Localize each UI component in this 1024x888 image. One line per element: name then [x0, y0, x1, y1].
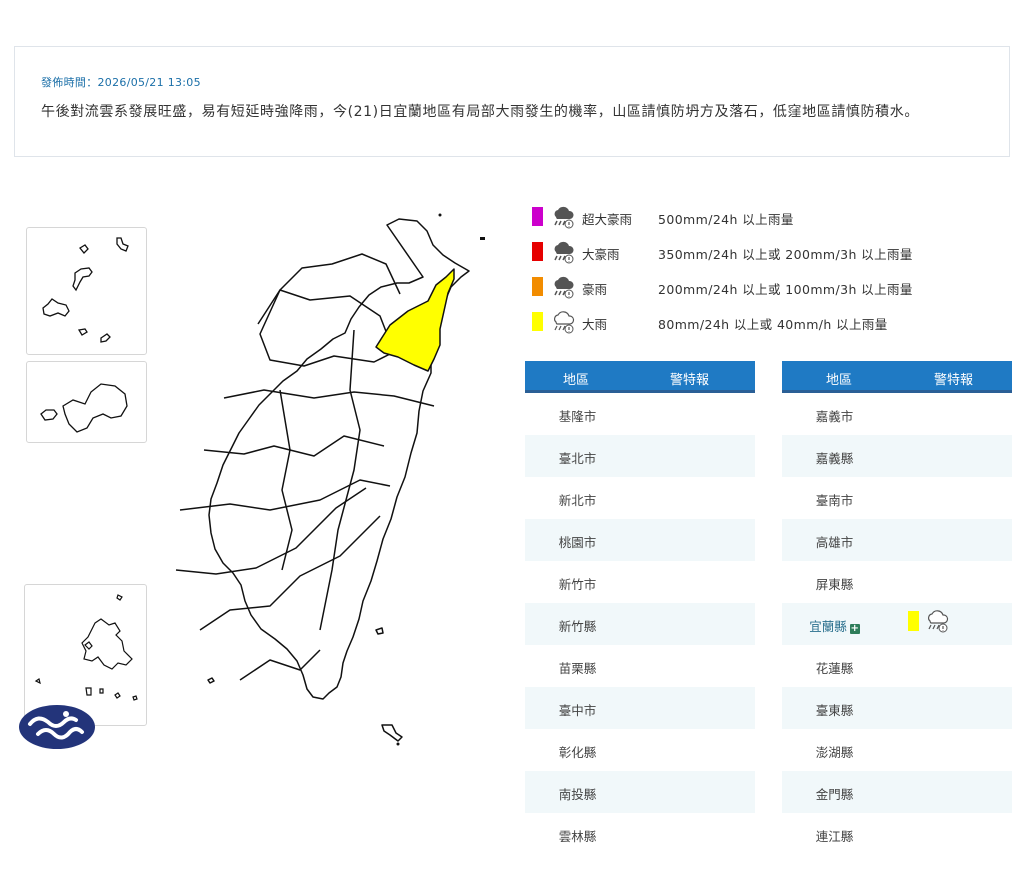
table-row: 臺北市 [525, 435, 755, 477]
table-row: 高雄市 [782, 519, 1012, 561]
region-name: 新竹市 [558, 577, 597, 592]
legend-name: 大豪雨 [582, 247, 620, 262]
table-row: 南投縣 [525, 771, 755, 813]
legend-name: 超大豪雨 [582, 212, 633, 227]
heavy-rain-thunder-icon [554, 241, 574, 264]
table-row: 屏東縣 [782, 561, 1012, 603]
legend-desc: 80mm/24h 以上或 40mm/h 以上雨量 [658, 317, 888, 332]
region-name: 基隆市 [558, 409, 597, 424]
region-name: 高雄市 [815, 535, 854, 550]
table-row: 臺東縣 [782, 687, 1012, 729]
region-name: 臺東縣 [815, 703, 854, 718]
legend-desc: 200mm/24h 以上或 100mm/3h 以上雨量 [658, 282, 913, 297]
table-row: 嘉義市 [782, 393, 1012, 435]
region-name: 雲林縣 [558, 829, 597, 844]
region-name: 南投縣 [558, 787, 597, 802]
region-name: 嘉義市 [815, 409, 854, 424]
table-row: 雲林縣 [525, 813, 755, 855]
heavy-rain-thunder-icon [554, 206, 574, 229]
region-name: 桃園市 [558, 535, 597, 550]
taiwan-island-map [175, 213, 485, 746]
legend-row-extremely-heavy: 大豪雨 350mm/24h 以上或 200mm/3h 以上雨量 [532, 238, 1002, 264]
table-row: 彰化縣 [525, 729, 755, 771]
rain-cloud-icon [928, 610, 949, 633]
warning-table-left: 地區 警特報 基隆市 臺北市 新北市 桃園市 新竹市 新竹縣 苗栗縣 臺中市 彰… [525, 361, 755, 855]
legend-name: 大雨 [582, 317, 608, 332]
legend-desc: 500mm/24h 以上雨量 [658, 212, 794, 227]
table-row: 桃園市 [525, 519, 755, 561]
header-warning: 警特報 [670, 373, 710, 388]
header-region: 地區 [563, 373, 590, 388]
table-row: 新竹市 [525, 561, 755, 603]
table-row: 基隆市 [525, 393, 755, 435]
legend-row-heavy-rain: 大雨 80mm/24h 以上或 40mm/h 以上雨量 [532, 308, 1002, 334]
rain-cloud-icon [554, 311, 575, 334]
region-name: 宜蘭縣 [809, 619, 847, 634]
table-row-yilan: 宜蘭縣 + [782, 603, 1012, 645]
warning-table-right: 地區 警特報 嘉義市 嘉義縣 臺南市 高雄市 屏東縣 宜蘭縣 + 花蓮縣 臺東縣 … [782, 361, 1012, 855]
publish-time: 發佈時間：2026/05/21 13:05 [41, 76, 201, 89]
inset-kinmen [26, 361, 147, 443]
legend-swatch [532, 207, 543, 226]
table-row: 苗栗縣 [525, 645, 755, 687]
region-name: 彰化縣 [558, 745, 597, 760]
region-name: 連江縣 [815, 829, 854, 844]
legend-row-torrential: 豪雨 200mm/24h 以上或 100mm/3h 以上雨量 [532, 273, 1002, 299]
table-row: 臺南市 [782, 477, 1012, 519]
legend-swatch [532, 242, 543, 261]
notice-box: 發佈時間：2026/05/21 13:05 午後對流雲系發展旺盛，易有短延時強降… [14, 46, 1010, 157]
warning-level-swatch [908, 611, 919, 631]
table-row: 臺中市 [525, 687, 755, 729]
legend-desc: 350mm/24h 以上或 200mm/3h 以上雨量 [658, 247, 913, 262]
region-name: 屏東縣 [815, 577, 854, 592]
table-row: 金門縣 [782, 771, 1012, 813]
table-row: 澎湖縣 [782, 729, 1012, 771]
heavy-rain-thunder-icon [554, 276, 574, 299]
region-name: 新北市 [558, 493, 597, 508]
table-row: 新竹縣 [525, 603, 755, 645]
region-name: 臺南市 [815, 493, 854, 508]
region-name: 金門縣 [815, 787, 854, 802]
expand-plus-icon[interactable]: + [849, 624, 860, 634]
region-link-yilan[interactable]: 宜蘭縣 + [782, 616, 887, 635]
region-name: 臺北市 [558, 451, 597, 466]
table-row: 花蓮縣 [782, 645, 1012, 687]
legend-swatch [532, 312, 543, 331]
inset-matsu [26, 227, 147, 355]
header-region: 地區 [826, 373, 853, 388]
legend-swatch [532, 277, 543, 296]
table-row: 新北市 [525, 477, 755, 519]
region-name: 澎湖縣 [815, 745, 854, 760]
region-name: 花蓮縣 [815, 661, 854, 676]
taiwan-map [0, 200, 510, 780]
region-name: 苗栗縣 [558, 661, 597, 676]
notice-message: 午後對流雲系發展旺盛，易有短延時強降雨，今(21)日宜蘭地區有局部大雨發生的機率… [41, 104, 919, 120]
table-header: 地區 警特報 [782, 361, 1012, 393]
cwa-logo-icon [19, 705, 95, 749]
table-header: 地區 警特報 [525, 361, 755, 393]
region-name: 新竹縣 [558, 619, 597, 634]
legend-row-super-torrential: 超大豪雨 500mm/24h 以上雨量 [532, 203, 1002, 229]
table-row: 嘉義縣 [782, 435, 1012, 477]
region-name: 嘉義縣 [815, 451, 854, 466]
legend-name: 豪雨 [582, 282, 608, 297]
table-row: 連江縣 [782, 813, 1012, 855]
region-name: 臺中市 [558, 703, 597, 718]
header-warning: 警特報 [934, 373, 974, 388]
